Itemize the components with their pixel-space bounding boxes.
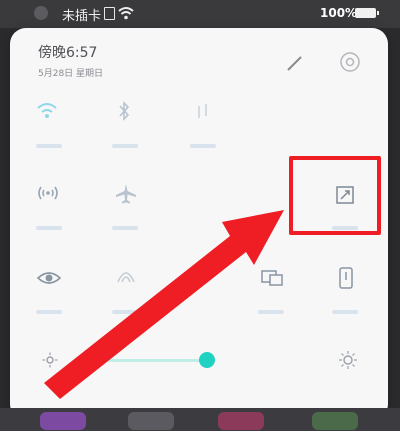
- annotation-arrow: [44, 210, 284, 399]
